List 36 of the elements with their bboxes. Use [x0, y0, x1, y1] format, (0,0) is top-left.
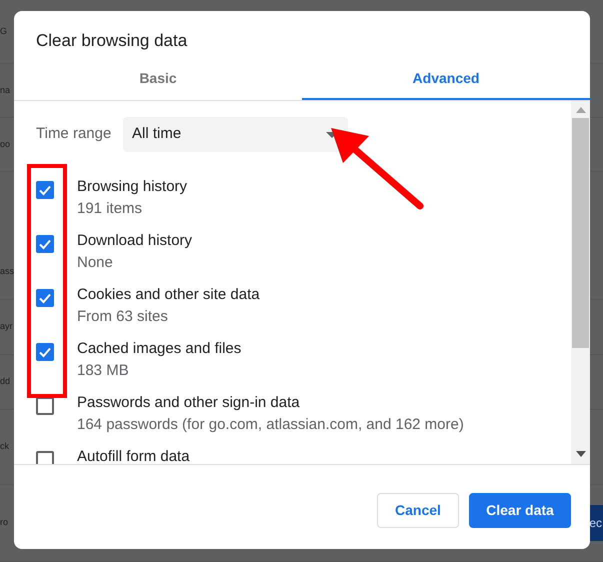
- cancel-button[interactable]: Cancel: [377, 493, 459, 528]
- time-range-dropdown[interactable]: All time: [123, 117, 348, 152]
- background-text: ayr: [0, 320, 13, 334]
- item-detail: 164 passwords (for go.com, atlassian.com, and 162 more): [77, 415, 464, 435]
- checkbox[interactable]: [36, 343, 54, 361]
- dialog-title: Clear browsing data: [36, 31, 188, 51]
- item-title: Download history: [77, 231, 192, 251]
- background-text: ass: [0, 265, 14, 278]
- item-title: Browsing history: [77, 177, 188, 197]
- item-detail: 183 MB: [77, 361, 130, 381]
- background-text: ro: [0, 516, 8, 530]
- checkbox[interactable]: [36, 451, 54, 464]
- item-title: Cookies and other site data: [77, 285, 260, 305]
- item-title: Autofill form data: [77, 447, 190, 464]
- checkbox[interactable]: [36, 289, 54, 307]
- item-detail: From 63 sites: [77, 307, 169, 327]
- tab[interactable]: Advanced: [302, 59, 590, 100]
- checkbox[interactable]: [36, 397, 54, 415]
- tab[interactable]: Basic: [14, 59, 302, 100]
- field-label: Time range: [36, 124, 112, 144]
- dropdown-value: All time: [132, 124, 182, 144]
- background-text: na: [0, 84, 10, 97]
- clear-data-button[interactable]: Clear data: [469, 493, 571, 528]
- background-text: G: [0, 24, 8, 38]
- item-detail: 191 items: [77, 199, 144, 219]
- checkbox[interactable]: [36, 235, 54, 253]
- item-title: Passwords and other sign-in data: [77, 393, 301, 413]
- item-detail: None: [77, 253, 114, 273]
- background-text: dd: [0, 375, 10, 388]
- item-title: Cached images and files: [77, 339, 242, 359]
- scroll-down-icon[interactable]: [576, 451, 586, 457]
- scrollbar[interactable]: [571, 101, 590, 464]
- background-text: oo: [0, 138, 10, 151]
- scrollbar-thumb[interactable]: [572, 118, 589, 348]
- checkbox[interactable]: [36, 181, 54, 199]
- background-text: ck: [0, 440, 9, 454]
